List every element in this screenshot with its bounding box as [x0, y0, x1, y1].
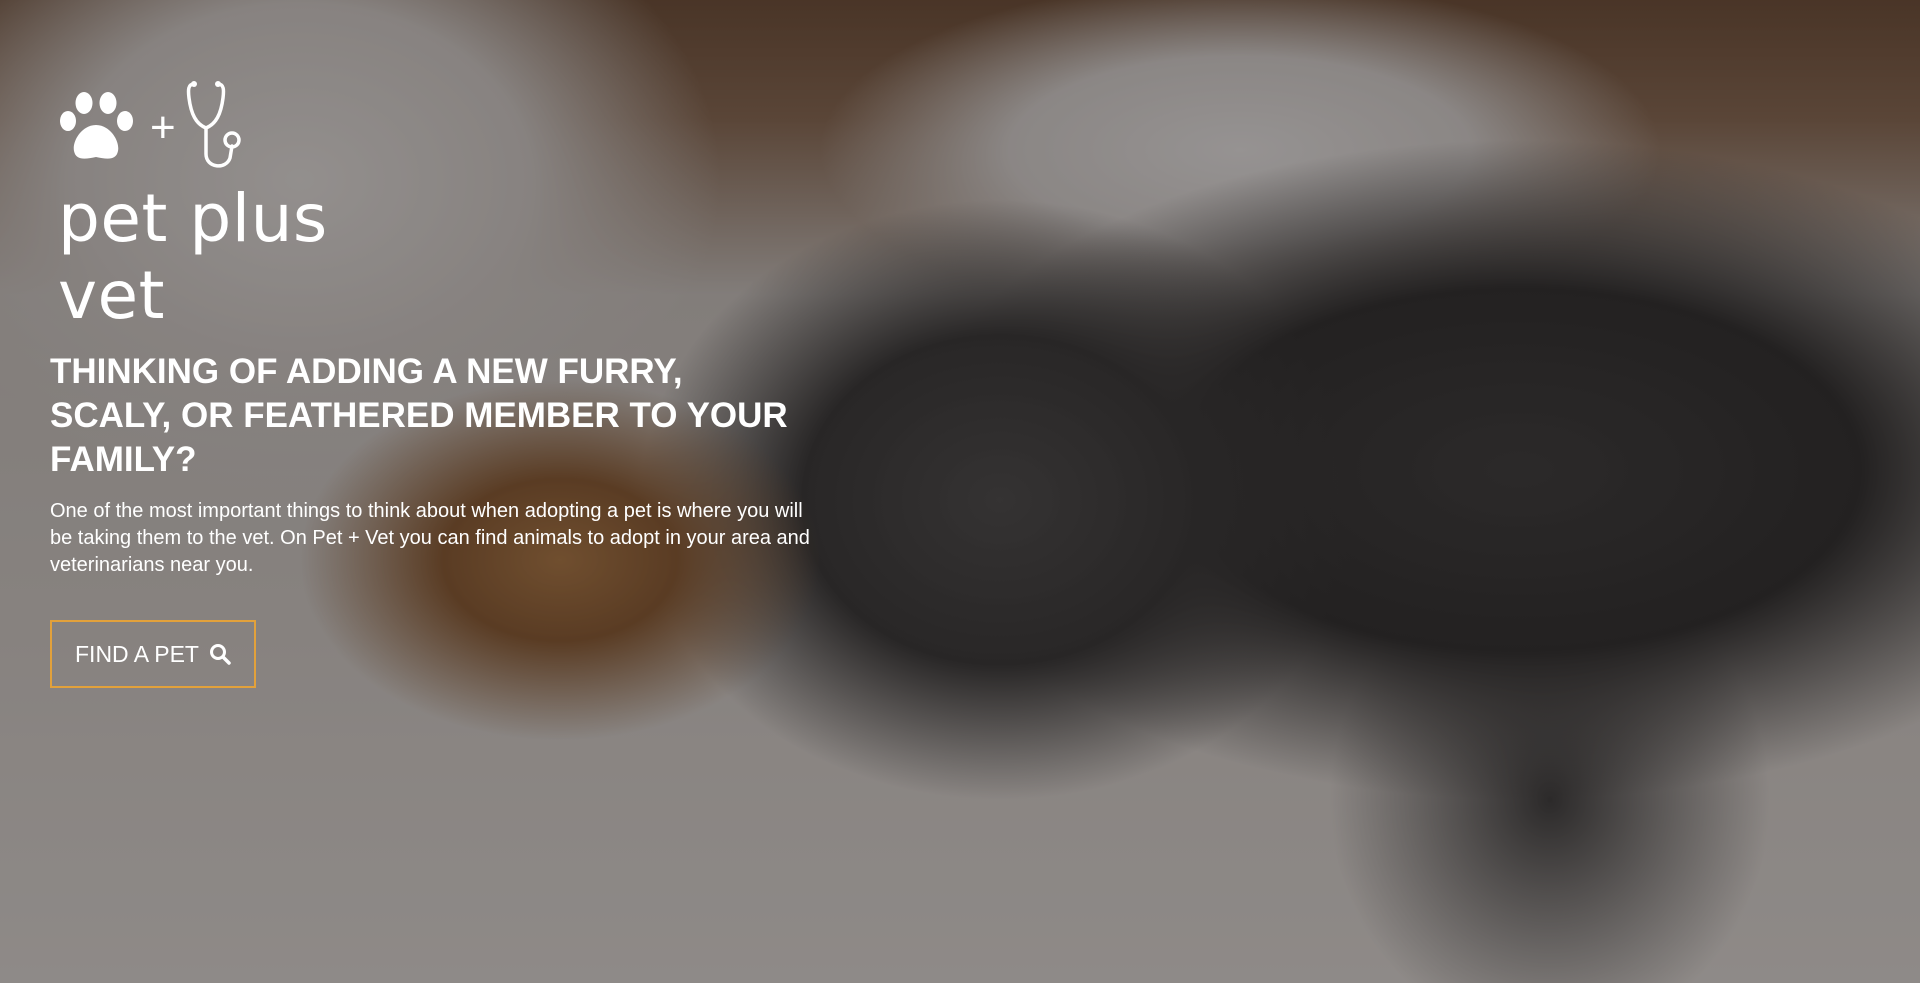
hero-headline: THINKING OF ADDING A NEW FURRY, SCALY, O… — [50, 352, 788, 479]
site-logo[interactable]: + pet plus vet — [58, 78, 418, 334]
hero-overlay: + pet plus vet THINKING OF ADDING A NEW … — [0, 0, 1920, 983]
search-icon — [209, 643, 231, 665]
stethoscope-icon — [186, 80, 242, 176]
hero-description: One of the most important things to thin… — [50, 500, 810, 576]
logo-icons: + — [58, 78, 418, 178]
paw-icon — [58, 91, 136, 165]
brand-name: pet plus vet — [58, 180, 328, 334]
find-a-pet-button[interactable]: FIND A PET — [50, 620, 256, 688]
logo-plus-sign: + — [150, 103, 176, 152]
hero-section: + pet plus vet THINKING OF ADDING A NEW … — [0, 0, 1920, 983]
find-a-pet-label: FIND A PET — [75, 640, 199, 667]
